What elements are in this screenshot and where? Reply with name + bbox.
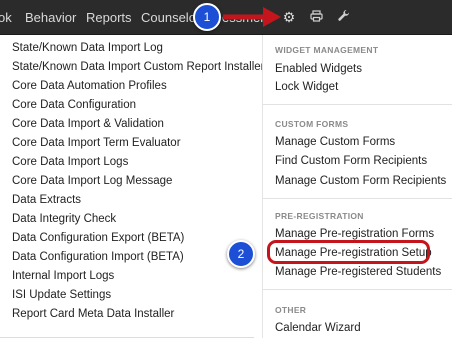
printer-icon[interactable] — [308, 9, 324, 25]
menu-item-enabled-widgets[interactable]: Enabled Widgets — [275, 63, 362, 75]
step-callout-1: 1 — [193, 3, 221, 31]
wrench-icon[interactable] — [335, 9, 351, 25]
menu-item[interactable]: Data Configuration Import (BETA) — [12, 251, 184, 263]
divider — [263, 289, 452, 290]
menu-item[interactable]: Core Data Import & Validation — [12, 118, 164, 130]
menu-item[interactable]: Core Data Automation Profiles — [12, 80, 167, 92]
menu-item[interactable]: Core Data Import Logs — [12, 156, 128, 168]
menu-item[interactable]: Core Data Configuration — [12, 99, 136, 111]
nav-item-gradebook[interactable]: ok — [0, 10, 12, 25]
menu-item[interactable]: Core Data Import Log Message — [12, 175, 172, 187]
divider — [263, 198, 452, 199]
highlight-box — [267, 240, 430, 264]
step-callout-2: 2 — [227, 240, 255, 268]
menu-item[interactable]: Data Configuration Export (BETA) — [12, 232, 184, 244]
menu-item[interactable]: Data Extracts — [12, 194, 81, 206]
menu-item-calendar-wizard[interactable]: Calendar Wizard — [275, 322, 361, 334]
nav-item-counselor[interactable]: Counselor — [141, 10, 200, 25]
menu-item-manage-pre-registration-forms[interactable]: Manage Pre-registration Forms — [275, 228, 434, 240]
menu-item[interactable]: Data Integrity Check — [12, 213, 116, 225]
section-heading-other: OTHER — [275, 305, 307, 315]
menu-item[interactable]: State/Known Data Import Log — [12, 42, 163, 54]
right-menu-panel: WIDGET MANAGEMENT Enabled Widgets Lock W… — [262, 35, 452, 338]
menu-item[interactable]: ISI Update Settings — [12, 289, 111, 301]
menu-item[interactable]: Core Data Import Term Evaluator — [12, 137, 181, 149]
section-heading-widget-management: WIDGET MANAGEMENT — [275, 45, 379, 55]
menu-item-manage-custom-form-recipients[interactable]: Manage Custom Form Recipients — [275, 175, 446, 187]
callout-arrow — [223, 7, 281, 27]
menu-item-lock-widget[interactable]: Lock Widget — [275, 81, 338, 93]
menu-item[interactable]: Internal Import Logs — [12, 270, 114, 282]
divider — [263, 104, 452, 105]
section-heading-pre-registration: PRE-REGISTRATION — [275, 211, 364, 221]
menu-item-find-custom-form-recipients[interactable]: Find Custom Form Recipients — [275, 155, 427, 167]
menu-item-manage-custom-forms[interactable]: Manage Custom Forms — [275, 136, 395, 148]
nav-item-behavior[interactable]: Behavior — [25, 10, 76, 25]
menu-item[interactable]: State/Known Data Import Custom Report In… — [12, 61, 264, 73]
section-heading-custom-forms: CUSTOM FORMS — [275, 119, 349, 129]
gear-icon[interactable]: ⚙ — [281, 9, 297, 26]
nav-item-reports[interactable]: Reports — [86, 10, 132, 25]
menu-item[interactable]: Report Card Meta Data Installer — [12, 308, 174, 320]
menu-item-manage-pre-registered-students[interactable]: Manage Pre-registered Students — [275, 266, 441, 278]
left-menu-panel: State/Known Data Import Log State/Known … — [0, 35, 264, 338]
